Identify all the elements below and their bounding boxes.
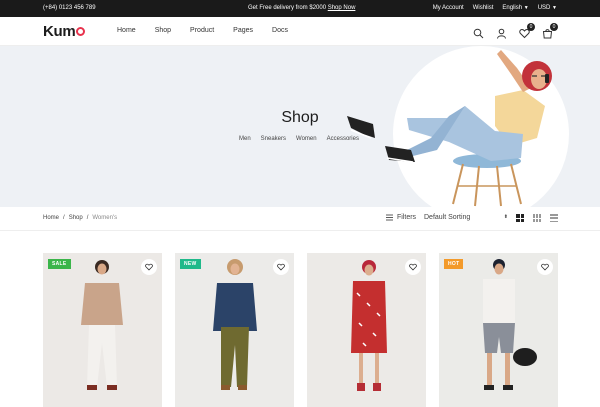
cart-icon[interactable]: 0 <box>542 23 558 39</box>
nav-product[interactable]: Product <box>190 27 214 34</box>
product-image <box>439 253 558 407</box>
phone-number: (+84) 0123 456 789 <box>43 5 96 11</box>
nav-docs[interactable]: Docs <box>272 27 288 34</box>
view-switcher <box>516 214 558 222</box>
shop-hero-banner: Shop Men Sneakers Women Accessories <box>0 46 600 207</box>
main-header: Kum Home Shop Product Pages Docs 0 0 <box>0 17 600 46</box>
sort-value: Default Sorting <box>424 214 471 221</box>
heart-icon <box>541 263 549 271</box>
shop-toolbar: Home / Shop / Women's Filters Default So… <box>0 207 600 231</box>
add-to-wishlist-button[interactable] <box>537 259 553 275</box>
main-nav: Home Shop Product Pages Docs <box>117 27 288 34</box>
add-to-wishlist-button[interactable] <box>273 259 289 275</box>
product-tag-sale: SALE <box>48 259 71 269</box>
product-image <box>175 253 294 407</box>
grid-2-view-icon[interactable] <box>516 214 524 222</box>
wishlist-count-badge: 0 <box>527 23 535 31</box>
filters-label: Filters <box>397 214 417 221</box>
wishlist-icon[interactable]: 0 <box>519 23 535 39</box>
product-image <box>307 253 426 407</box>
chevron-down-icon: ▼ <box>523 5 529 11</box>
page-title: Shop <box>281 109 319 126</box>
product-card[interactable]: SALE <box>43 253 162 407</box>
updown-chevron-icon: ⬍ <box>503 214 508 220</box>
breadcrumb-shop[interactable]: Shop <box>69 215 83 221</box>
breadcrumb: Home / Shop / Women's <box>43 215 117 221</box>
product-tag-hot: HOT <box>444 259 464 269</box>
user-icon[interactable] <box>496 26 507 39</box>
filters-button[interactable]: Filters <box>386 214 416 221</box>
category-sneakers[interactable]: Sneakers <box>261 136 286 142</box>
promo-message: Get Free delivery from $2000 Shop Now <box>248 5 355 11</box>
language-value: English <box>502 5 523 11</box>
grid-3-view-icon[interactable] <box>533 214 541 222</box>
language-select[interactable]: English ▼ <box>502 5 528 11</box>
search-icon[interactable] <box>473 26 484 39</box>
breadcrumb-separator: / <box>63 215 65 221</box>
topbar-links: My Account Wishlist English ▼ USD ▼ <box>433 5 557 11</box>
heart-icon <box>145 263 153 271</box>
wishlist-link[interactable]: Wishlist <box>473 5 494 11</box>
breadcrumb-current: Women's <box>92 215 118 221</box>
logo-text: Kum <box>43 23 76 40</box>
add-to-wishlist-button[interactable] <box>141 259 157 275</box>
breadcrumb-home[interactable]: Home <box>43 215 59 221</box>
currency-value: USD <box>537 5 551 11</box>
my-account-link[interactable]: My Account <box>433 5 464 11</box>
category-men[interactable]: Men <box>239 136 251 142</box>
product-card[interactable]: NEW <box>175 253 294 407</box>
nav-home[interactable]: Home <box>117 27 136 34</box>
cart-count-badge: 0 <box>550 23 558 31</box>
promo-text: Get Free delivery from $2000 <box>248 5 327 11</box>
logo-o-mark <box>76 27 86 36</box>
nav-shop[interactable]: Shop <box>155 27 171 34</box>
header-icons: 0 0 <box>473 23 558 39</box>
shop-now-link[interactable]: Shop Now <box>328 5 356 11</box>
filter-icon <box>386 214 393 221</box>
nav-pages[interactable]: Pages <box>233 27 253 34</box>
top-announcement-bar: (+84) 0123 456 789 Get Free delivery fro… <box>0 0 600 17</box>
add-to-wishlist-button[interactable] <box>405 259 421 275</box>
category-accessories[interactable]: Accessories <box>327 136 359 142</box>
currency-select[interactable]: USD ▼ <box>538 5 557 11</box>
breadcrumb-separator: / <box>86 215 89 221</box>
product-card[interactable] <box>307 253 426 407</box>
product-image <box>43 253 162 407</box>
heart-icon <box>277 263 285 271</box>
heart-icon <box>409 263 417 271</box>
category-women[interactable]: Women <box>296 136 317 142</box>
product-tag-new: NEW <box>180 259 201 269</box>
list-view-icon[interactable] <box>550 214 558 222</box>
sort-select[interactable]: Default Sorting ⬍ <box>424 214 508 221</box>
product-card[interactable]: HOT <box>439 253 558 407</box>
logo[interactable]: Kum <box>43 23 86 40</box>
chevron-down-icon: ▼ <box>552 5 557 11</box>
hero-category-links: Men Sneakers Women Accessories <box>239 136 359 142</box>
